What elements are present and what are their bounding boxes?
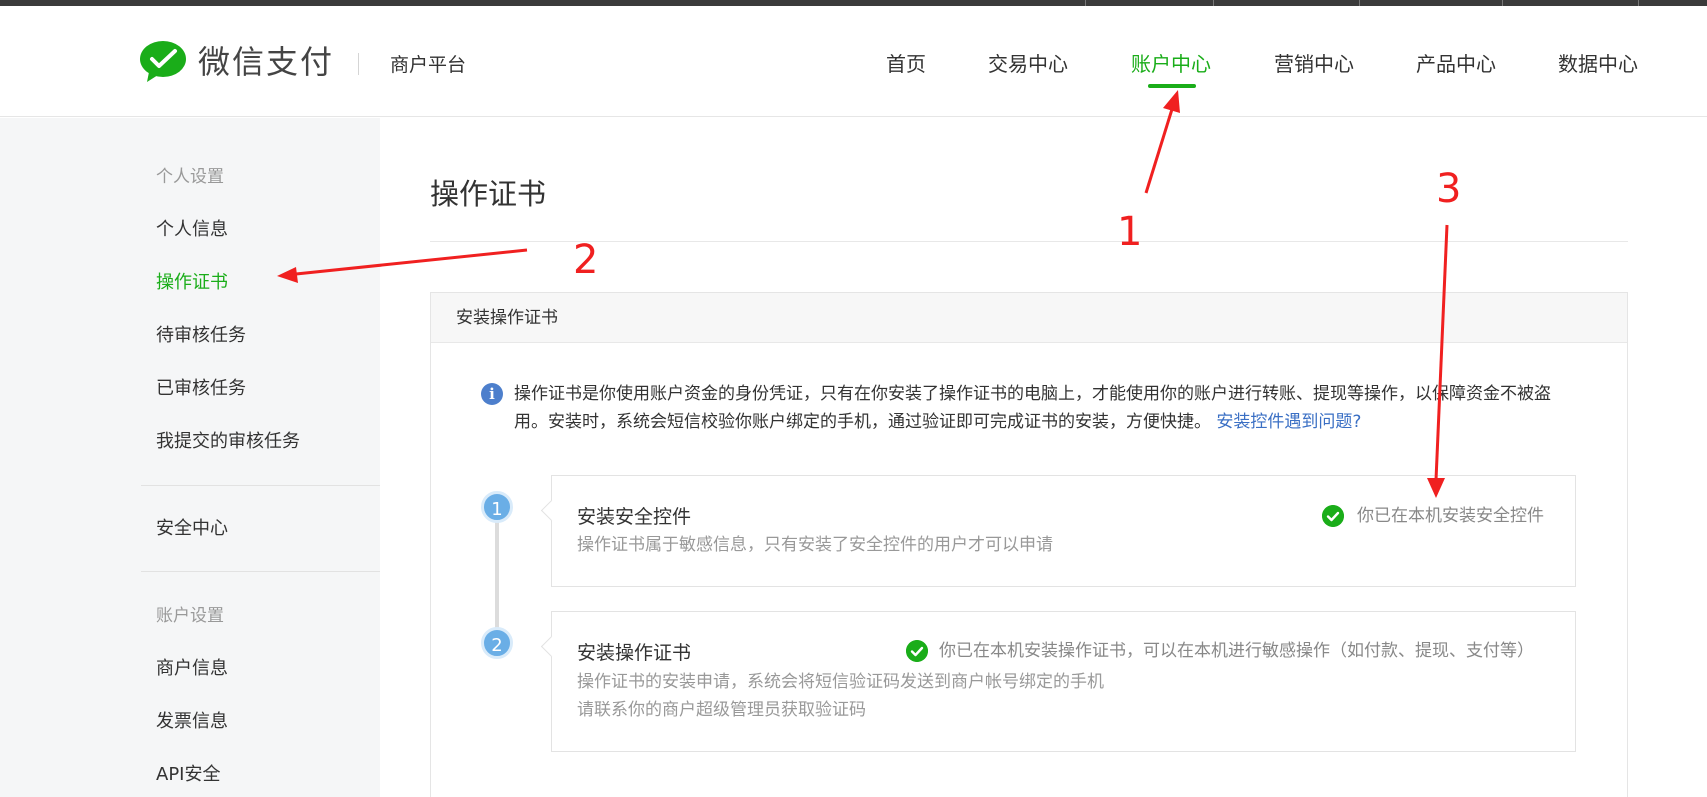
nav-data[interactable]: 数据中心	[1558, 50, 1638, 78]
sidebar-item-personal-info[interactable]: 个人信息	[156, 217, 228, 243]
logo-divider	[358, 53, 359, 75]
step-2-badge: 2	[481, 627, 513, 659]
annotation-label-2: 2	[573, 237, 599, 283]
step-connector	[495, 508, 499, 636]
check-icon	[1322, 505, 1344, 527]
sidebar-item-security-center[interactable]: 安全中心	[156, 516, 228, 542]
sidebar-item-api-security[interactable]: API安全	[156, 762, 220, 788]
title-divider	[430, 241, 1628, 242]
panel-title: 安装操作证书	[456, 308, 558, 328]
page-title: 操作证书	[430, 177, 547, 211]
nav-transactions[interactable]: 交易中心	[988, 50, 1068, 78]
sidebar-item-invoice-info[interactable]: 发票信息	[156, 709, 228, 735]
platform-name: 商户平台	[390, 54, 467, 76]
sidebar-divider	[141, 485, 380, 486]
wechat-pay-logo-icon	[140, 41, 186, 82]
nav-marketing[interactable]: 营销中心	[1274, 50, 1354, 78]
step-2-desc-line2: 请联系你的商户超级管理员获取验证码	[577, 700, 866, 720]
nav-products[interactable]: 产品中心	[1416, 50, 1496, 78]
step-1-title: 安装安全控件	[577, 506, 692, 528]
nav-home[interactable]: 首页	[886, 50, 926, 78]
sidebar-heading-account: 账户设置	[156, 606, 224, 626]
sidebar-item-operation-cert[interactable]: 操作证书	[156, 270, 228, 296]
sidebar-item-merchant-info[interactable]: 商户信息	[156, 656, 228, 682]
step-1-badge: 1	[481, 491, 513, 523]
step-1-card: 安装安全控件 操作证书属于敏感信息，只有安装了安全控件的用户才可以申请 你已在本…	[551, 475, 1576, 587]
top-header: 微信支付 商户平台 首页 交易中心 账户中心 营销中心 产品中心 数据中心	[0, 6, 1707, 117]
panel-header: 安装操作证书	[431, 293, 1627, 343]
page-root: 微信支付 商户平台 首页 交易中心 账户中心 营销中心 产品中心 数据中心 个人…	[0, 0, 1707, 797]
sidebar-item-pending-review[interactable]: 待审核任务	[156, 323, 246, 349]
sidebar-item-reviewed[interactable]: 已审核任务	[156, 376, 246, 402]
arrow-1	[1144, 105, 1175, 194]
step-2-title: 安装操作证书	[577, 642, 692, 664]
nav-active-indicator	[1148, 84, 1196, 88]
sidebar-divider	[141, 571, 380, 572]
check-icon	[906, 640, 928, 662]
info-notice: 操作证书是你使用账户资金的身份凭证，只有在你安装了操作证书的电脑上，才能使用你的…	[514, 380, 1574, 436]
sidebar-heading-personal: 个人设置	[156, 167, 224, 187]
step-2-card: 安装操作证书 操作证书的安装申请，系统会将短信验证码发送到商户帐号绑定的手机 请…	[551, 611, 1576, 752]
sidebar: 个人设置 个人信息 操作证书 待审核任务 已审核任务 我提交的审核任务 安全中心…	[0, 118, 380, 797]
step-2-desc-line1: 操作证书的安装申请，系统会将短信验证码发送到商户帐号绑定的手机	[577, 672, 1104, 692]
nav-account-center[interactable]: 账户中心	[1131, 50, 1211, 78]
annotation-label-3: 3	[1436, 166, 1462, 212]
step-1-status: 你已在本机安装安全控件	[1357, 506, 1544, 526]
install-cert-panel: 安装操作证书 i 操作证书是你使用账户资金的身份凭证，只有在你安装了操作证书的电…	[430, 292, 1628, 797]
sidebar-item-my-submitted[interactable]: 我提交的审核任务	[156, 429, 300, 455]
info-text: 操作证书是你使用账户资金的身份凭证，只有在你安装了操作证书的电脑上，才能使用你的…	[514, 384, 1551, 432]
step-1-desc: 操作证书属于敏感信息，只有安装了安全控件的用户才可以申请	[577, 535, 1053, 555]
brand-name: 微信支付	[198, 43, 335, 81]
install-help-link[interactable]: 安装控件遇到问题?	[1216, 412, 1361, 432]
step-2-status: 你已在本机安装操作证书，可以在本机进行敏感操作（如付款、提现、支付等）	[939, 641, 1534, 661]
annotation-label-1: 1	[1117, 209, 1143, 255]
info-icon: i	[481, 383, 503, 405]
